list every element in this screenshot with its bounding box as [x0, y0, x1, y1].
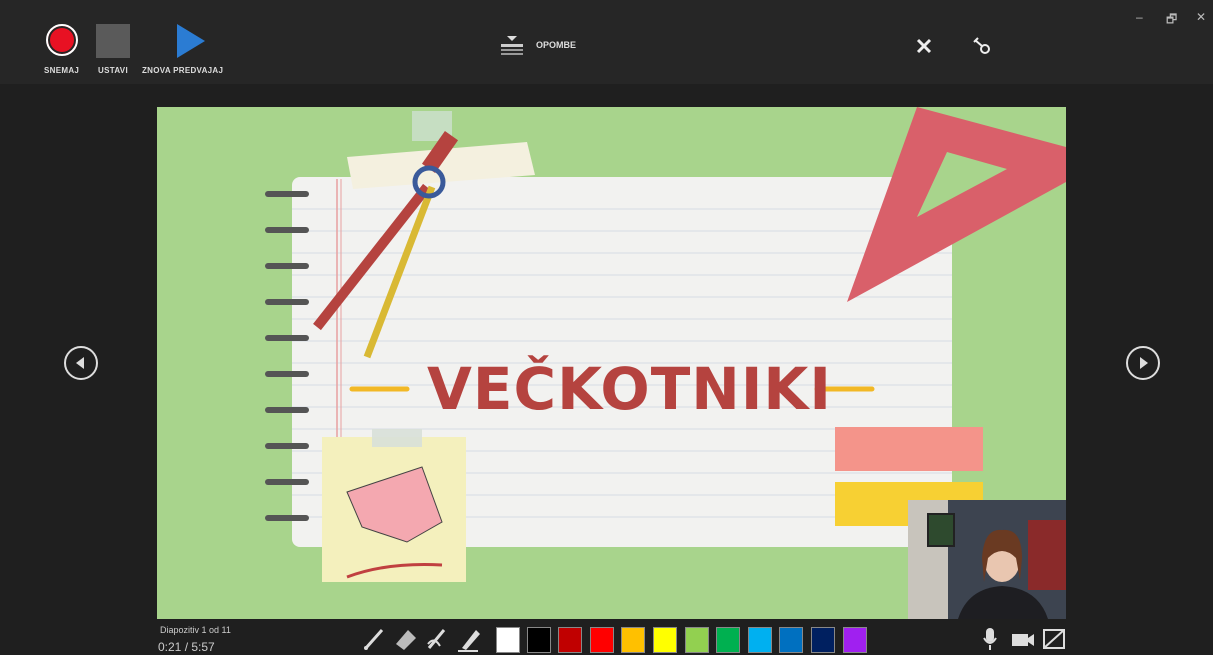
- color-swatch-green[interactable]: [716, 627, 740, 653]
- color-swatch-purple[interactable]: [843, 627, 867, 653]
- color-swatch-white[interactable]: [496, 627, 520, 653]
- pin-icon[interactable]: [972, 36, 992, 56]
- minimize-button[interactable]: –: [1136, 10, 1143, 24]
- webcam-preview: [908, 500, 1066, 619]
- color-swatch-red[interactable]: [590, 627, 614, 653]
- pen-icon[interactable]: [424, 626, 450, 652]
- notes-icon: [501, 36, 523, 55]
- next-slide-button[interactable]: [1126, 346, 1160, 380]
- record-label: SNEMAJ: [44, 66, 80, 75]
- previous-slide-button[interactable]: [64, 346, 98, 380]
- color-swatch-black[interactable]: [527, 627, 551, 653]
- stop-label: USTAVI: [98, 66, 128, 75]
- previous-slide-icon: [76, 357, 84, 369]
- sticky-note-pink: [835, 427, 983, 471]
- recording-toolbar: – 🗗 ✕ SNEMAJ USTAVI ZNOVA PREDVAJAJ OPOM…: [0, 0, 1213, 84]
- recording-time: 0:21 / 5:57: [158, 640, 215, 654]
- replay-label: ZNOVA PREDVAJAJ: [142, 66, 224, 75]
- stop-icon: [96, 24, 130, 58]
- next-slide-icon: [1140, 357, 1148, 369]
- replay-button[interactable]: ZNOVA PREDVAJAJ: [142, 24, 223, 75]
- close-icon[interactable]: [916, 38, 932, 54]
- presenter-video: [908, 500, 1066, 619]
- color-swatch-blue[interactable]: [779, 627, 803, 653]
- microphone-icon[interactable]: [982, 626, 998, 652]
- play-icon: [176, 24, 205, 58]
- highlighter-icon[interactable]: [456, 626, 482, 652]
- color-swatch-light-green[interactable]: [685, 627, 709, 653]
- camera-icon[interactable]: [1010, 626, 1036, 652]
- window-close-button[interactable]: ✕: [1196, 10, 1206, 24]
- color-swatch-orange[interactable]: [621, 627, 645, 653]
- notes-label: OPOMBE: [536, 40, 577, 50]
- color-swatch-dark-blue[interactable]: [811, 627, 835, 653]
- slide-counter: Diapozitiv 1 od 11: [160, 625, 231, 635]
- stop-button[interactable]: USTAVI: [96, 24, 130, 75]
- restore-button[interactable]: 🗗: [1166, 10, 1177, 31]
- notes-button[interactable]: OPOMBE: [500, 34, 576, 56]
- record-icon: [45, 24, 78, 56]
- color-swatch-light-blue[interactable]: [748, 627, 772, 653]
- polygon-note: [322, 429, 466, 582]
- eraser-icon[interactable]: [392, 626, 418, 652]
- color-swatch-yellow[interactable]: [653, 627, 677, 653]
- camera-preview-off-icon[interactable]: [1042, 626, 1066, 652]
- record-button[interactable]: SNEMAJ: [44, 24, 79, 75]
- color-swatch-dark-red[interactable]: [558, 627, 582, 653]
- laser-pointer-icon[interactable]: [362, 626, 386, 652]
- slide-title: VEČKOTNIKI: [427, 355, 832, 423]
